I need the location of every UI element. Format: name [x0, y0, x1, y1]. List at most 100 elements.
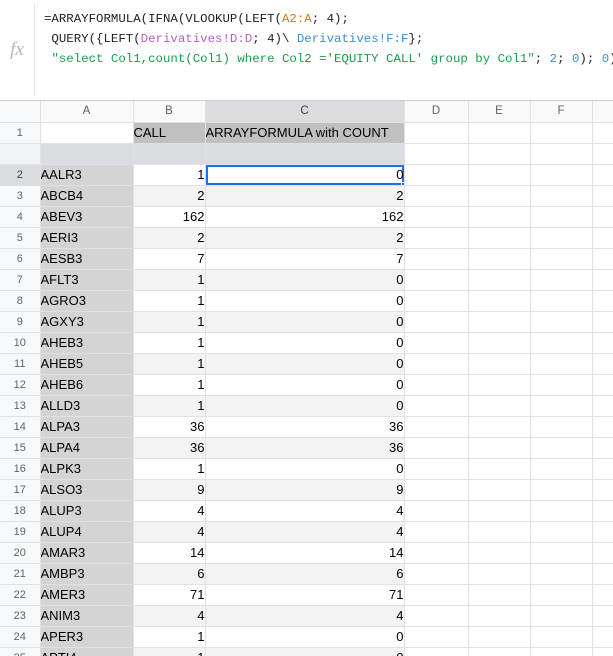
cell-b13[interactable]: 1 — [133, 395, 206, 417]
cell-e4[interactable] — [468, 206, 531, 228]
cell-g8[interactable] — [592, 290, 613, 312]
cell-a1[interactable] — [40, 122, 134, 144]
cell-a21[interactable]: AMBP3 — [40, 563, 134, 585]
cell-a22[interactable]: AMER3 — [40, 584, 134, 606]
cell-d20[interactable] — [404, 542, 469, 564]
cell-f20[interactable] — [530, 542, 593, 564]
cell-g21[interactable] — [592, 563, 613, 585]
cell-b14[interactable]: 36 — [133, 416, 206, 438]
cell-d4[interactable] — [404, 206, 469, 228]
cell-b21[interactable]: 6 — [133, 563, 206, 585]
cell-e15[interactable] — [468, 437, 531, 459]
cell-e12[interactable] — [468, 374, 531, 396]
cell-c14[interactable]: 36 — [205, 416, 405, 438]
cell-f4[interactable] — [530, 206, 593, 228]
row-header-11[interactable]: 11 — [0, 353, 41, 375]
cell-c11[interactable]: 0 — [205, 353, 405, 375]
cell-e25[interactable] — [468, 647, 531, 656]
cell-g25[interactable] — [592, 647, 613, 656]
cell-f16[interactable] — [530, 458, 593, 480]
cell-f24[interactable] — [530, 626, 593, 648]
row-header-20[interactable]: 20 — [0, 542, 41, 564]
cell-e13[interactable] — [468, 395, 531, 417]
column-header-a[interactable]: A — [40, 101, 134, 123]
cell-b15[interactable]: 36 — [133, 437, 206, 459]
cell-c24[interactable]: 0 — [205, 626, 405, 648]
cell-f12[interactable] — [530, 374, 593, 396]
formula-input[interactable]: =ARRAYFORMULA(IFNA(VLOOKUP(LEFT(A2:A; 4)… — [35, 0, 613, 100]
cell-g3[interactable] — [592, 185, 613, 207]
cell-a6[interactable]: AESB3 — [40, 248, 134, 270]
cell-b1-header-label[interactable]: CALL — [133, 122, 206, 144]
column-header-f[interactable]: F — [530, 101, 593, 123]
cell-e19[interactable] — [468, 521, 531, 543]
cell-g2[interactable] — [592, 164, 613, 186]
cell-e17[interactable] — [468, 479, 531, 501]
cell-d3[interactable] — [404, 185, 469, 207]
row-header-13[interactable]: 13 — [0, 395, 41, 417]
column-header-g-partial[interactable] — [592, 101, 613, 123]
cell-e16[interactable] — [468, 458, 531, 480]
cell-b3[interactable]: 2 — [133, 185, 206, 207]
cell-g19[interactable] — [592, 521, 613, 543]
cell-g1[interactable] — [592, 122, 613, 144]
cell-c8[interactable]: 0 — [205, 290, 405, 312]
cell-e21[interactable] — [468, 563, 531, 585]
cell-e1[interactable] — [468, 122, 531, 144]
cell-e24[interactable] — [468, 626, 531, 648]
cell-c4[interactable]: 162 — [205, 206, 405, 228]
cell-d2[interactable] — [404, 164, 469, 186]
cell-c17[interactable]: 9 — [205, 479, 405, 501]
row-header-18[interactable]: 18 — [0, 500, 41, 522]
cell-a13[interactable]: ALLD3 — [40, 395, 134, 417]
cell-b6[interactable]: 7 — [133, 248, 206, 270]
cell-a11[interactable]: AHEB5 — [40, 353, 134, 375]
cell-g16[interactable] — [592, 458, 613, 480]
cell-f5[interactable] — [530, 227, 593, 249]
row-header-5[interactable]: 5 — [0, 227, 41, 249]
cell-a14[interactable]: ALPA3 — [40, 416, 134, 438]
row-header-15[interactable]: 15 — [0, 437, 41, 459]
cell-g6[interactable] — [592, 248, 613, 270]
cell-d5[interactable] — [404, 227, 469, 249]
cell-a16[interactable]: ALPK3 — [40, 458, 134, 480]
cell-b24[interactable]: 1 — [133, 626, 206, 648]
cell-d1[interactable] — [404, 122, 469, 144]
cell-f10[interactable] — [530, 332, 593, 354]
cell-g4[interactable] — [592, 206, 613, 228]
cell-b17[interactable]: 9 — [133, 479, 206, 501]
cell-g13[interactable] — [592, 395, 613, 417]
row-header-16[interactable]: 16 — [0, 458, 41, 480]
cell-a23[interactable]: ANIM3 — [40, 605, 134, 627]
row-header-1[interactable]: 1 — [0, 122, 41, 144]
cell-b20[interactable]: 14 — [133, 542, 206, 564]
cell-f21[interactable] — [530, 563, 593, 585]
cell-d17[interactable] — [404, 479, 469, 501]
row-header-17[interactable]: 17 — [0, 479, 41, 501]
cell-c15[interactable]: 36 — [205, 437, 405, 459]
cell-a10[interactable]: AHEB3 — [40, 332, 134, 354]
cell-e23[interactable] — [468, 605, 531, 627]
cell-f13[interactable] — [530, 395, 593, 417]
column-header-c[interactable]: C — [205, 101, 405, 123]
row-header-7[interactable]: 7 — [0, 269, 41, 291]
cell-d18[interactable] — [404, 500, 469, 522]
row-header-4[interactable]: 4 — [0, 206, 41, 228]
cell-a15[interactable]: ALPA4 — [40, 437, 134, 459]
row-header-3[interactable]: 3 — [0, 185, 41, 207]
row-header-24[interactable]: 24 — [0, 626, 41, 648]
cell-b18[interactable]: 4 — [133, 500, 206, 522]
cell-b22[interactable]: 71 — [133, 584, 206, 606]
cell-e2[interactable] — [468, 164, 531, 186]
cell-b2[interactable]: 1 — [133, 164, 206, 186]
cell-d14[interactable] — [404, 416, 469, 438]
cell-g23[interactable] — [592, 605, 613, 627]
cell-c10[interactable]: 0 — [205, 332, 405, 354]
cell-b19[interactable]: 4 — [133, 521, 206, 543]
cell-g15[interactable] — [592, 437, 613, 459]
cell-g10[interactable] — [592, 332, 613, 354]
cell-f9[interactable] — [530, 311, 593, 333]
cell-d19[interactable] — [404, 521, 469, 543]
cell-a4[interactable]: ABEV3 — [40, 206, 134, 228]
cell-g12[interactable] — [592, 374, 613, 396]
